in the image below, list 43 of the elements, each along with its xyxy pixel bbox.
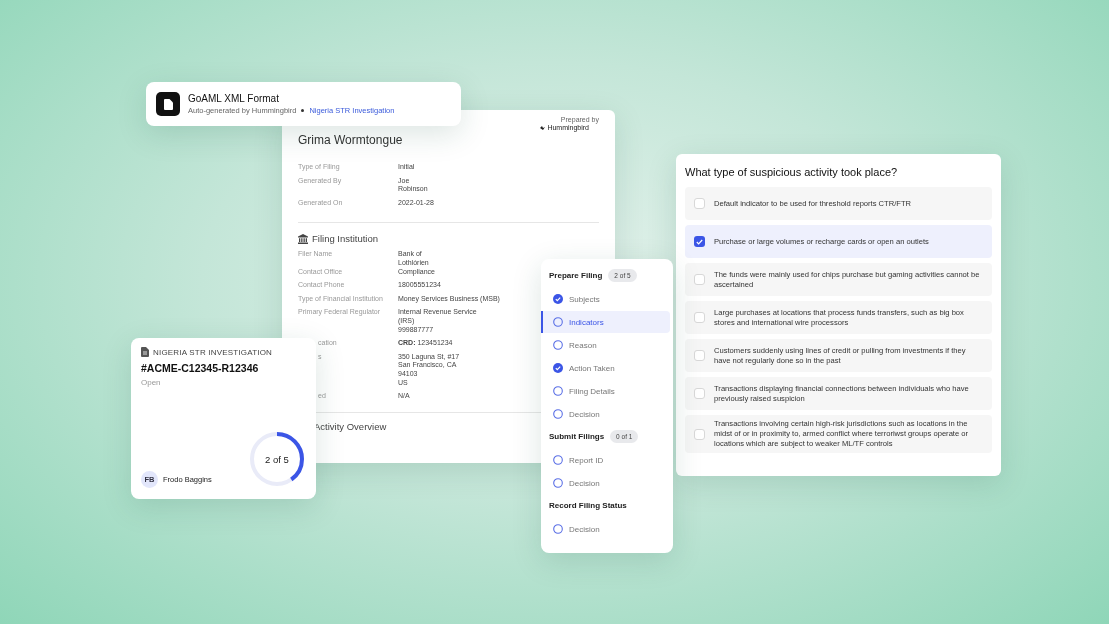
report-subject-name: Grima Wormtongue xyxy=(298,133,403,147)
step-group-title: Record Filing Status xyxy=(549,500,627,510)
bank-icon xyxy=(298,233,308,244)
empty-circle-icon xyxy=(553,386,563,396)
check-circle-icon xyxy=(553,294,563,304)
checkbox[interactable] xyxy=(694,198,705,209)
step-item[interactable]: Action Taken xyxy=(541,357,670,379)
empty-circle-icon xyxy=(553,409,563,419)
empty-circle-icon xyxy=(553,524,563,534)
step-item[interactable]: Report ID xyxy=(541,449,670,471)
question-title: What type of suspicious activity took place? xyxy=(685,166,899,178)
checkbox[interactable] xyxy=(694,274,705,285)
progress-ring xyxy=(250,432,304,486)
checkbox[interactable] xyxy=(694,428,705,440)
file-icon xyxy=(156,92,180,116)
step-group-title: Submit Filings xyxy=(549,431,605,441)
section-title: Activity Overview xyxy=(314,420,387,432)
step-item[interactable]: Indicators xyxy=(541,311,670,333)
step-item[interactable]: Subjects xyxy=(541,288,670,310)
section-title: Filing Institution xyxy=(312,233,378,245)
case-id: #ACME-C12345-R12346 xyxy=(141,362,260,374)
checkbox[interactable] xyxy=(694,350,705,361)
step-item[interactable]: Reason xyxy=(541,334,670,356)
step-group-title: Prepare Filing xyxy=(549,270,603,280)
option-row[interactable] xyxy=(685,415,992,453)
checkbox[interactable] xyxy=(694,388,705,399)
empty-circle-icon xyxy=(553,455,563,465)
step-item[interactable]: Filing Details xyxy=(541,380,670,402)
case-category: NIGERIA STR INVESTIGATION xyxy=(153,347,273,357)
format-title: GoAML XML Format xyxy=(188,93,280,104)
checkbox[interactable] xyxy=(694,236,705,247)
case-status: Open xyxy=(141,378,162,387)
empty-circle-icon xyxy=(553,317,563,327)
step-item[interactable]: Decision xyxy=(541,472,670,494)
step-item[interactable]: Decision xyxy=(541,518,670,540)
empty-circle-icon xyxy=(553,340,563,350)
empty-circle-icon xyxy=(553,478,563,488)
step-item[interactable]: Decision xyxy=(541,403,670,425)
checkbox[interactable] xyxy=(694,312,705,323)
separator-dot-icon xyxy=(301,109,305,112)
check-circle-icon xyxy=(553,363,563,373)
progress-label: 2 of 5 xyxy=(265,453,289,465)
document-icon xyxy=(141,347,149,357)
